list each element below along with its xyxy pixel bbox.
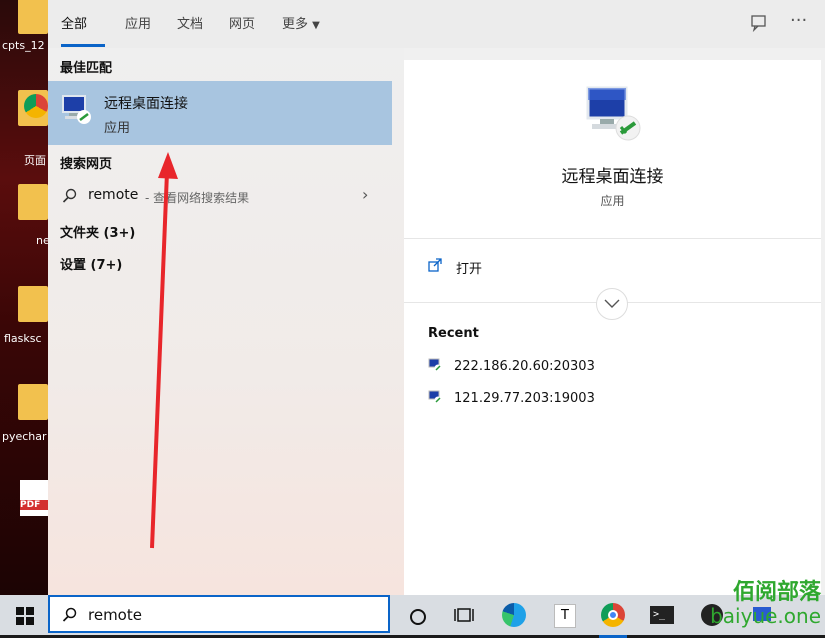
remote-desktop-large-icon	[586, 86, 641, 141]
tab-apps[interactable]: 应用	[125, 13, 151, 32]
tab-web[interactable]: 网页	[229, 13, 255, 32]
desktop-icon-pdf[interactable]: PDF	[0, 478, 48, 548]
detail-subtitle: 应用	[600, 194, 625, 208]
search-tabs: 全部 应用 文档 网页 更多 ▼ ···	[48, 0, 825, 48]
chevron-right-icon: ›	[362, 185, 369, 204]
windows-start-icon[interactable]	[16, 607, 34, 625]
taskbar-search-input[interactable]: remote	[88, 606, 142, 624]
cortana-icon[interactable]	[404, 601, 432, 629]
recent-item[interactable]: 222.186.20.60:20303	[428, 358, 595, 374]
tab-more-label: 更多	[282, 17, 309, 32]
desktop-icon-label: flasksc	[4, 332, 42, 345]
desktop-icon-label: 页面	[24, 154, 46, 167]
watermark: 佰阅部落 baiyue.one	[710, 580, 821, 628]
folder-icon	[18, 384, 48, 420]
taskbar-search[interactable]: remote	[48, 595, 390, 633]
recent-item-label: 222.186.20.60:20303	[454, 359, 595, 374]
terminal-icon[interactable]: >_	[648, 601, 676, 629]
remote-desktop-icon	[62, 95, 91, 124]
search-panel: 全部 应用 文档 网页 更多 ▼ ··· 最佳匹配 远程桌面连接 应用 搜索网页	[48, 0, 825, 595]
desktop-icon-label: pyechar	[2, 430, 47, 443]
task-view-icon[interactable]	[450, 601, 478, 629]
search-icon	[62, 607, 77, 622]
taskbar: remote T >_	[0, 595, 825, 638]
desktop-icon-label: cpts_12	[2, 39, 45, 52]
detail-title: 远程桌面连接	[561, 167, 664, 187]
open-icon	[428, 258, 442, 272]
chrome-icon	[24, 94, 48, 118]
web-search-query: remote	[88, 187, 139, 203]
desktop-icon-page[interactable]: 页面	[0, 90, 48, 167]
chevron-down-icon: ▼	[312, 20, 320, 31]
chrome-icon[interactable]	[599, 601, 627, 638]
folder-icon	[18, 184, 48, 220]
feedback-icon[interactable]	[750, 14, 768, 36]
desktop-strip: cpts_12 页面 ne flasksc pyechar PDF	[0, 0, 48, 595]
pdf-icon: PDF	[20, 480, 48, 516]
remote-desktop-icon	[428, 358, 442, 372]
folders-category[interactable]: 文件夹 (3+)	[60, 222, 135, 241]
settings-category[interactable]: 设置 (7+)	[60, 254, 122, 273]
divider	[404, 238, 821, 239]
recent-item[interactable]: 121.29.77.203:19003	[428, 390, 595, 406]
open-label: 打开	[456, 262, 483, 277]
tab-all[interactable]: 全部	[61, 13, 87, 32]
recent-heading: Recent	[428, 326, 479, 341]
watermark-url: baiyue.one	[710, 604, 821, 628]
best-match-title: 远程桌面连接	[104, 96, 188, 112]
desktop-icon-flask[interactable]: flasksc	[0, 286, 48, 356]
chevron-down-icon	[604, 299, 620, 308]
desktop-icon-pyechar[interactable]: pyechar	[0, 384, 48, 454]
search-icon	[62, 188, 77, 203]
tab-underline	[61, 44, 105, 47]
more-options-icon[interactable]: ···	[790, 10, 807, 31]
web-search-result[interactable]: remote - 查看网络搜索结果 ›	[48, 179, 392, 213]
desktop-icon-ne[interactable]: ne	[0, 184, 48, 254]
best-match-heading: 最佳匹配	[60, 61, 113, 76]
results-pane: 最佳匹配 远程桌面连接 应用 搜索网页 remote - 查看网络搜索结果 › …	[48, 48, 404, 595]
open-action[interactable]: 打开	[428, 256, 808, 280]
desktop-icon-label: ne	[36, 234, 48, 247]
best-match-subtitle: 应用	[104, 121, 131, 136]
desktop-icon-cpts[interactable]: cpts_12	[0, 0, 48, 70]
edge-icon[interactable]	[500, 601, 528, 629]
web-search-hint: - 查看网络搜索结果	[145, 191, 250, 205]
search-web-heading: 搜索网页	[60, 157, 113, 172]
remote-desktop-icon	[428, 390, 442, 404]
folder-icon	[18, 0, 48, 34]
folder-icon	[18, 286, 48, 322]
watermark-cn: 佰阅部落	[732, 580, 821, 605]
typora-icon[interactable]: T	[550, 601, 578, 629]
recent-item-label: 121.29.77.203:19003	[454, 391, 595, 406]
detail-pane: 远程桌面连接 应用 打开 Recent 222.186.20.60:20303 …	[404, 60, 821, 595]
tab-more[interactable]: 更多 ▼	[282, 13, 320, 32]
best-match-item[interactable]: 远程桌面连接 应用	[48, 81, 392, 145]
tab-documents[interactable]: 文档	[177, 13, 203, 32]
expand-button[interactable]	[596, 288, 628, 320]
